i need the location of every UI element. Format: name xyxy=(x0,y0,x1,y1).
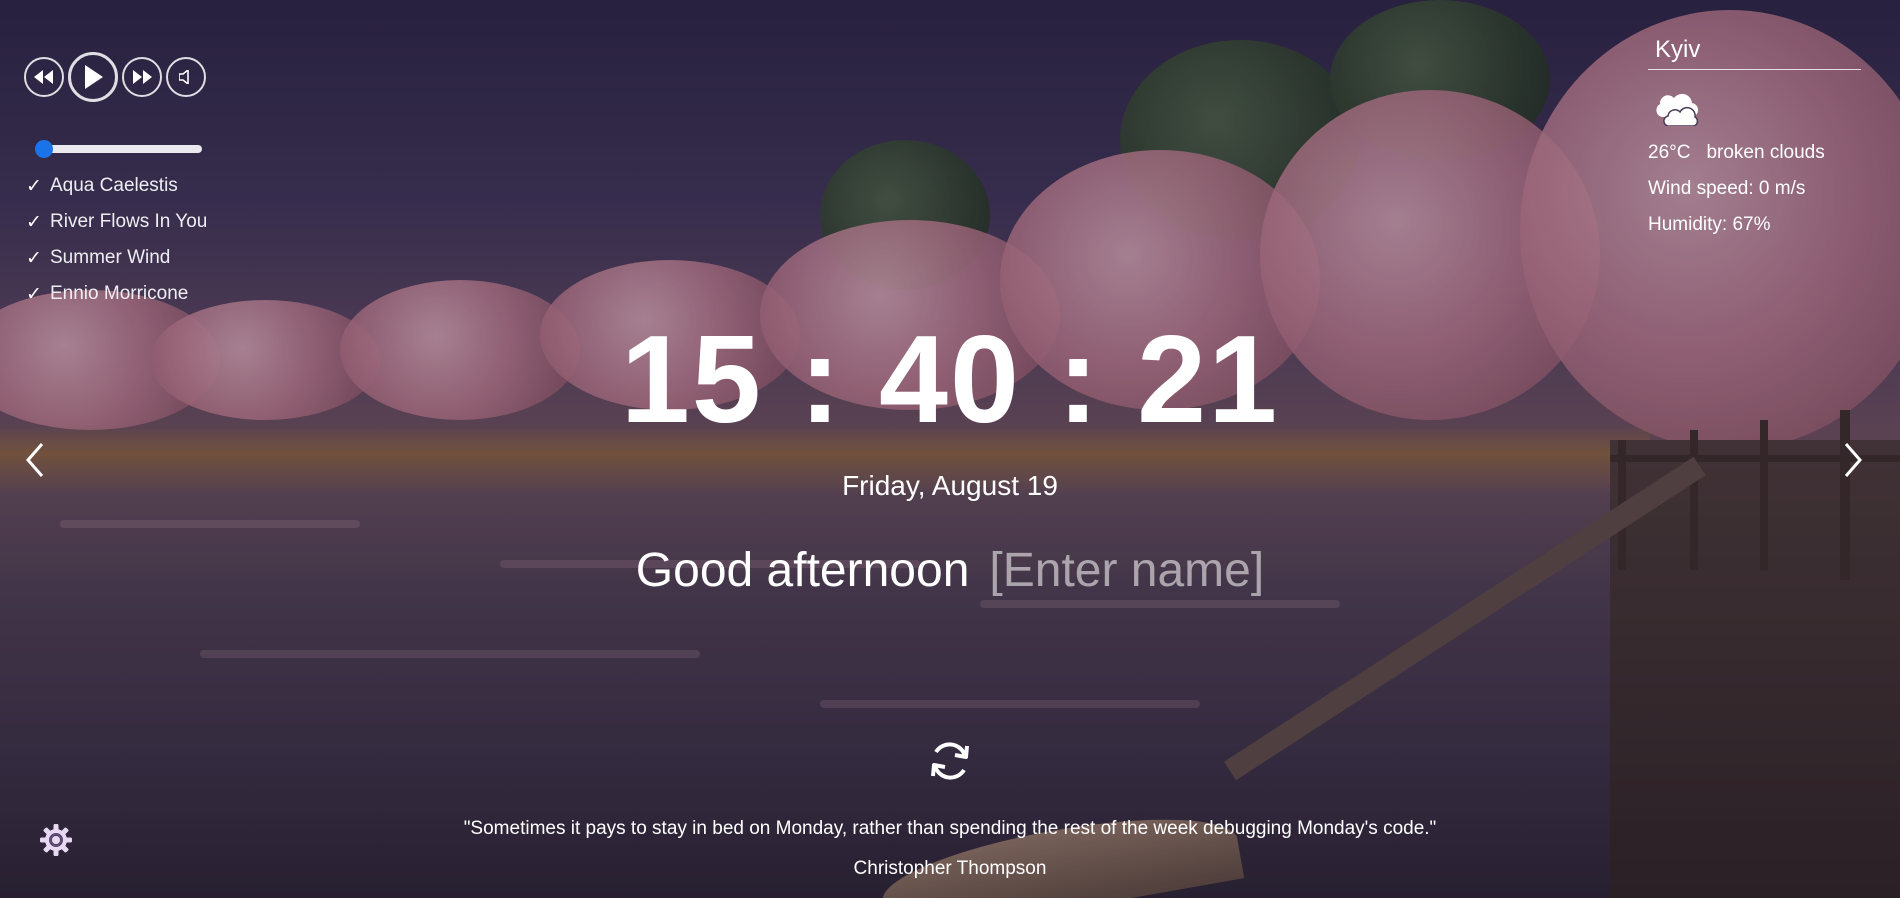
temperature: 26°C xyxy=(1648,142,1691,163)
greeting: Good afternoon [Enter name] xyxy=(0,543,1900,598)
city-input[interactable] xyxy=(1648,30,1861,70)
playlist-item-title: Summer Wind xyxy=(50,247,171,268)
volume-icon xyxy=(179,70,189,84)
volume-button[interactable] xyxy=(166,57,206,97)
audio-player xyxy=(24,52,206,102)
playlist-item-title: Aqua Caelestis xyxy=(50,175,178,196)
playlist-item-title: Ennio Morricone xyxy=(50,283,189,304)
greeting-text: Good afternoon xyxy=(635,544,970,597)
rewind-button[interactable] xyxy=(24,57,64,97)
playlist-item[interactable]: ✓ River Flows In You xyxy=(26,204,207,240)
weather-widget: 26°C broken clouds Wind speed: 0 m/s Hum… xyxy=(1648,30,1861,236)
broken-clouds-icon xyxy=(1650,86,1861,132)
quote-author: Christopher Thompson xyxy=(853,858,1047,879)
weather-summary: 26°C broken clouds xyxy=(1648,142,1861,164)
check-icon: ✓ xyxy=(26,283,42,305)
change-quote-button[interactable] xyxy=(927,738,973,784)
check-icon: ✓ xyxy=(26,211,42,233)
playlist: ✓ Aqua Caelestis ✓ River Flows In You ✓ … xyxy=(26,168,207,312)
progress-thumb[interactable] xyxy=(35,140,53,158)
name-input[interactable]: [Enter name] xyxy=(989,544,1264,597)
settings-button[interactable] xyxy=(38,822,74,858)
refresh-icon xyxy=(931,742,969,780)
quote-text: "Sometimes it pays to stay in bed on Mon… xyxy=(463,818,1437,839)
humidity: Humidity: 67% xyxy=(1648,214,1771,235)
progress-bar[interactable] xyxy=(35,140,202,158)
check-icon: ✓ xyxy=(26,175,42,197)
fast-forward-icon xyxy=(133,70,152,84)
playlist-item[interactable]: ✓ Ennio Morricone xyxy=(26,276,207,312)
play-icon xyxy=(85,65,103,89)
playlist-item[interactable]: ✓ Summer Wind xyxy=(26,240,207,276)
clock-date: Friday, August 19 xyxy=(842,470,1058,501)
clock-time: 15 : 40 : 21 xyxy=(620,311,1280,449)
playlist-item[interactable]: ✓ Aqua Caelestis xyxy=(26,168,207,204)
check-icon: ✓ xyxy=(26,247,42,269)
rewind-icon xyxy=(34,70,53,84)
chevron-right-icon xyxy=(1844,443,1862,477)
wind-speed: Wind speed: 0 m/s xyxy=(1648,178,1806,199)
chevron-left-icon xyxy=(26,443,44,477)
play-button[interactable] xyxy=(68,52,118,102)
gear-icon xyxy=(40,824,72,856)
fast-forward-button[interactable] xyxy=(122,57,162,97)
next-slide-button[interactable] xyxy=(1838,440,1868,480)
weather-description: broken clouds xyxy=(1706,142,1825,163)
prev-slide-button[interactable] xyxy=(20,440,50,480)
playlist-item-title: River Flows In You xyxy=(50,211,208,232)
